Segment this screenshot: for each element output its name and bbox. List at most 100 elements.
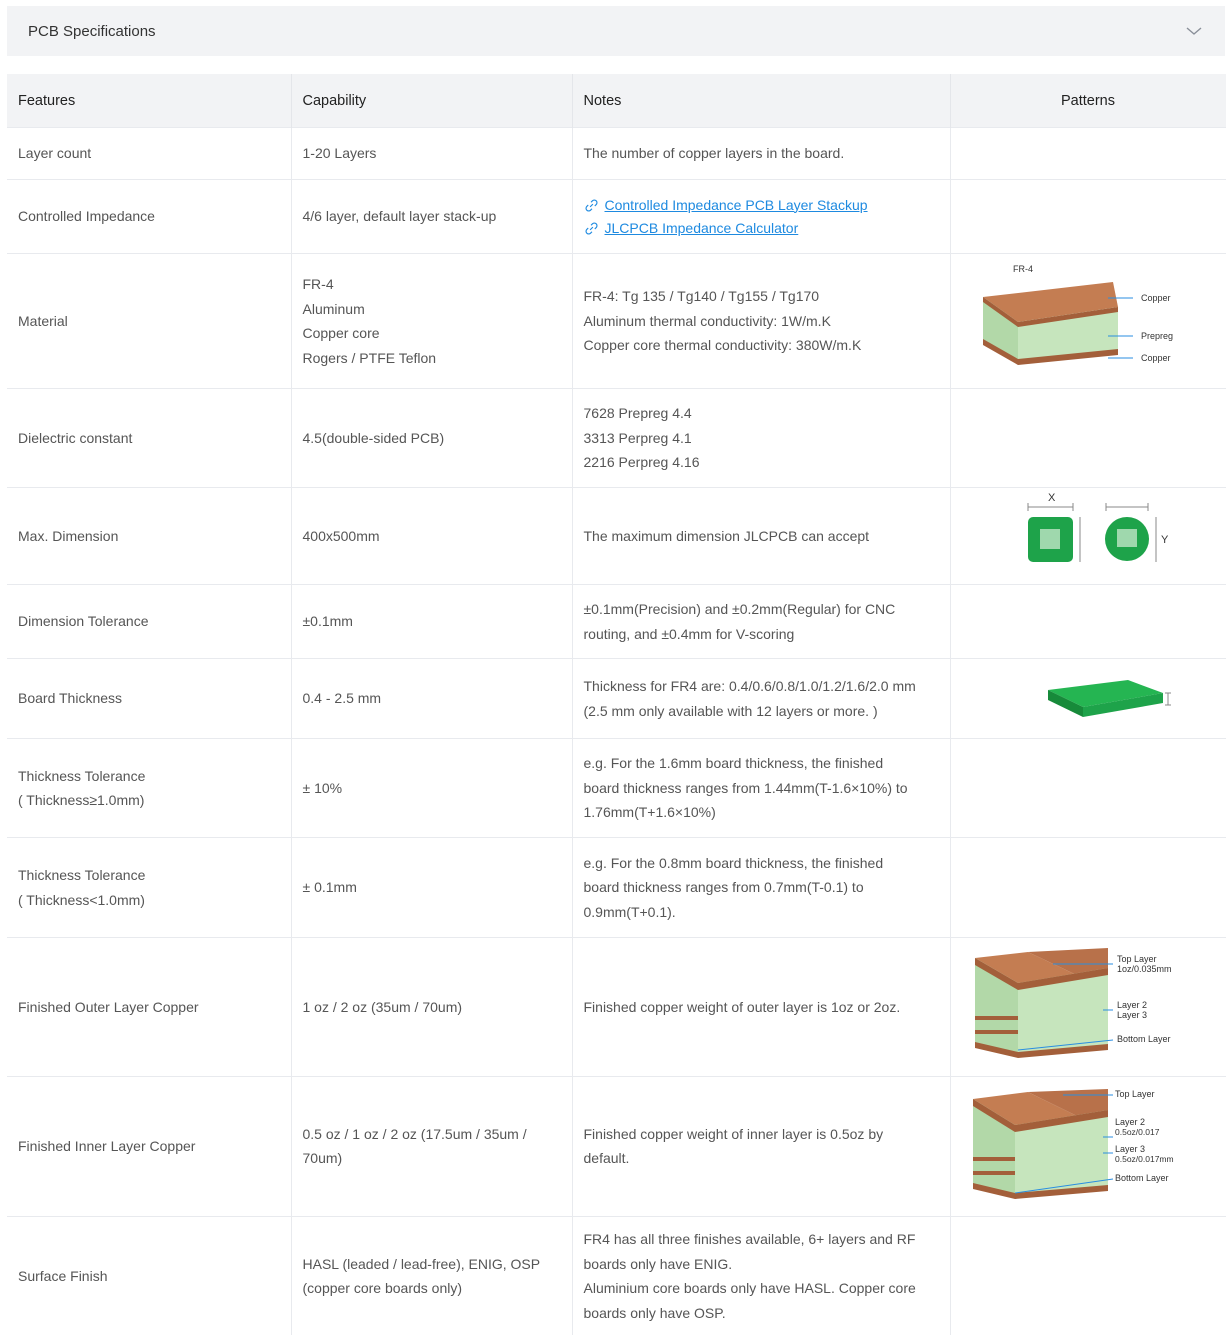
notes-cell: e.g. For the 0.8mm board thickness, the … — [572, 837, 951, 938]
inner-layer — [975, 1030, 1018, 1034]
notes-text: e.g. For the 0.8mm board thickness, the … — [583, 854, 884, 871]
impedance-stackup-link[interactable]: Controlled Impedance PCB Layer Stackup — [605, 194, 868, 217]
capability-text: 4/6 layer, default layer stack-up — [302, 208, 497, 225]
notes-cell: Finished copper weight of inner layer is… — [572, 1075, 951, 1216]
notes-text: FR-4: Tg 135 / Tg140 / Tg155 / Tg170 — [583, 288, 820, 305]
notes-cell: The maximum dimension JLCPCB can accept — [572, 487, 951, 585]
notes-text: boards only have ENIG. — [583, 1255, 733, 1272]
diagram-label: 0.5oz/0.017mm — [1115, 1154, 1174, 1164]
capability-text: Rogers / PTFE Teflon — [302, 349, 437, 366]
fr4-stackup-diagram: FR-4 Copper Prepreg Copper — [983, 264, 1173, 366]
capability-text: 1 oz / 2 oz (35um / 70um) — [302, 998, 463, 1015]
notes-text: 2216 Perpreg 4.16 — [583, 454, 700, 471]
dimension-x-label: X — [1048, 492, 1056, 504]
table-row: Material FR-4 Aluminum Copper core Roger… — [7, 253, 1226, 389]
table-row: Dielectric constant 4.5(double-sided PCB… — [7, 388, 1226, 488]
diagram-label: Layer 3 — [1117, 1010, 1147, 1020]
capability-text: Copper core — [302, 325, 380, 341]
notes-text: Aluminum thermal conductivity: 1W/m.K — [583, 312, 831, 329]
table-row: Controlled Impedance 4/6 layer, default … — [7, 179, 1226, 254]
capability-cell: 0.4 - 2.5 mm — [291, 658, 573, 739]
notes-text: board thickness ranges from 1.44mm(T-1.6… — [583, 779, 908, 796]
pattern-cell: X Y — [950, 487, 1226, 585]
specifications-table: Features Capability Notes Patterns Layer… — [7, 74, 1226, 1335]
notes-cell: 7628 Prepreg 4.4 3313 Perpreg 4.1 2216 P… — [572, 388, 951, 488]
notes-cell: FR4 has all three finishes available, 6+… — [572, 1215, 951, 1335]
notes-text: Thickness for FR4 are: 0.4/0.6/0.8/1.0/1… — [583, 678, 916, 694]
table-header-row: Features Capability Notes Patterns — [7, 74, 1226, 128]
diagram-label: Copper — [1141, 353, 1171, 363]
table-row: Finished Inner Layer Copper 0.5 oz / 1 o… — [7, 1075, 1226, 1216]
feature-cell: Dielectric constant — [7, 388, 292, 488]
header-patterns: Patterns — [950, 74, 1226, 128]
diagram-label: Bottom Layer — [1115, 1173, 1169, 1183]
capability-text: ± 10% — [302, 779, 343, 796]
capability-cell: 1 oz / 2 oz (35um / 70um) — [291, 937, 573, 1076]
diagram-label: Prepreg — [1141, 331, 1173, 341]
board-chip — [1117, 529, 1137, 548]
inner-layer — [973, 1157, 1015, 1162]
feature-cell: Surface Finish — [7, 1215, 292, 1335]
capability-text: FR-4 — [302, 276, 334, 292]
feature-cell: Material — [7, 253, 292, 389]
diagram-label: Bottom Layer — [1117, 1034, 1171, 1044]
outer-copper-diagram: Top Layer 1oz/0.035mm Layer 2 Layer 3 Bo… — [975, 948, 1172, 1058]
table-row: Thickness Tolerance ( Thickness<1.0mm) ±… — [7, 837, 1226, 938]
notes-text: 1.76mm(T+1.6×10%) — [583, 804, 716, 821]
feature-subtext: ( Thickness<1.0mm) — [18, 891, 145, 908]
pattern-cell: Top Layer Layer 2 0.5oz/0.017 Layer 3 0.… — [950, 1075, 1226, 1216]
capability-text: 1-20 Layers — [302, 145, 377, 162]
board-chip — [1040, 529, 1060, 550]
header-notes: Notes — [572, 74, 951, 128]
notes-cell: FR-4: Tg 135 / Tg140 / Tg155 / Tg170 Alu… — [572, 253, 951, 389]
accordion-title: PCB Specifications — [28, 22, 156, 40]
capability-text: 400x500mm — [302, 527, 380, 544]
capability-text: 0.5 oz / 1 oz / 2 oz (17.5um / 35um / — [302, 1125, 527, 1142]
pattern-cell — [950, 127, 1226, 180]
pcb-specifications-accordion[interactable]: PCB Specifications — [7, 6, 1225, 56]
table-row: Finished Outer Layer Copper 1 oz / 2 oz … — [7, 937, 1226, 1076]
pattern-cell — [950, 1215, 1226, 1335]
diagram-label: Layer 2 — [1115, 1117, 1145, 1127]
notes-cell: Thickness for FR4 are: 0.4/0.6/0.8/1.0/1… — [572, 658, 951, 739]
notes-text: ±0.1mm(Precision) and ±0.2mm(Regular) fo… — [583, 601, 896, 617]
notes-text: Finished copper weight of inner layer is… — [583, 1125, 884, 1142]
notes-text: e.g. For the 1.6mm board thickness, the … — [583, 755, 884, 772]
link-icon — [584, 221, 598, 235]
link-row: Controlled Impedance PCB Layer Stackup — [584, 194, 939, 217]
notes-cell: Controlled Impedance PCB Layer Stackup J… — [572, 179, 951, 254]
capability-text: 0.4 - 2.5 mm — [302, 690, 382, 707]
table-row: Layer count 1-20 Layers The number of co… — [7, 127, 1226, 180]
capability-text: 70um) — [302, 1150, 343, 1166]
impedance-calculator-link[interactable]: JLCPCB Impedance Calculator — [605, 217, 799, 240]
notes-text: 0.9mm(T+0.1). — [583, 903, 676, 920]
pattern-cell: FR-4 Copper Prepreg Copper — [950, 253, 1226, 389]
feature-cell: Finished Outer Layer Copper — [7, 937, 292, 1076]
capability-cell: 400x500mm — [291, 487, 573, 585]
notes-text: The maximum dimension JLCPCB can accept — [583, 527, 870, 544]
inner-copper-diagram: Top Layer Layer 2 0.5oz/0.017 Layer 3 0.… — [973, 1089, 1174, 1200]
capability-text: (copper core boards only) — [302, 1280, 463, 1297]
board-thickness-diagram — [1048, 679, 1171, 717]
notes-text: Copper core thermal conductivity: 380W/m… — [583, 337, 862, 354]
feature-subtext: ( Thickness≥1.0mm) — [18, 792, 145, 808]
max-dimension-diagram: X Y — [1027, 492, 1169, 563]
feature-cell: Finished Inner Layer Copper — [7, 1075, 292, 1216]
link-icon — [584, 198, 598, 212]
pattern-cell — [950, 658, 1226, 739]
feature-cell: Thickness Tolerance ( Thickness<1.0mm) — [7, 837, 292, 938]
pattern-cell — [950, 388, 1226, 488]
capability-cell: ± 10% — [291, 738, 573, 838]
diagram-label: Top Layer — [1117, 954, 1157, 964]
pattern-cell — [950, 837, 1226, 938]
diagram-label: Layer 2 — [1117, 1000, 1147, 1010]
chevron-down-icon[interactable] — [1185, 25, 1203, 37]
header-features: Features — [7, 74, 292, 128]
feature-cell: Max. Dimension — [7, 487, 292, 585]
notes-cell: The number of copper layers in the board… — [572, 127, 951, 180]
capability-cell: 1-20 Layers — [291, 127, 573, 180]
notes-text: default. — [583, 1150, 630, 1166]
capability-text: 4.5(double-sided PCB) — [302, 429, 445, 446]
notes-cell: ±0.1mm(Precision) and ±0.2mm(Regular) fo… — [572, 584, 951, 659]
notes-text: 3313 Perpreg 4.1 — [583, 429, 692, 446]
